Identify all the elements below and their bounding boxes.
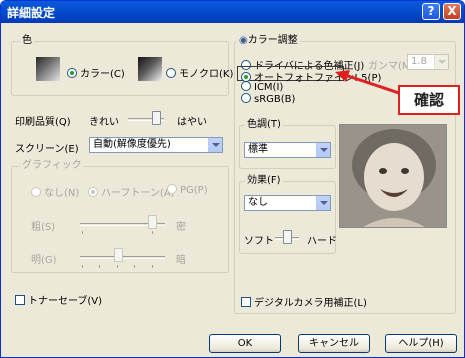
soft-label: ソフト [244, 236, 274, 247]
toner-save-checkbox[interactable]: トナーセーブ(V) [15, 292, 102, 307]
graphic-none-label: なし(N) [44, 188, 80, 199]
screen-label: スクリーン(E) [15, 144, 79, 155]
callout-arrow [335, 70, 400, 95]
tone-label: 色調(T) [245, 119, 283, 131]
radio-indicator [67, 68, 77, 78]
color-radio[interactable]: カラー(C) [67, 65, 125, 80]
radio-indicator [88, 187, 98, 197]
srgb-radio[interactable]: sRGB(B) [241, 93, 295, 105]
print-quality-left-label: きれい [89, 117, 119, 128]
effect-label: 効果(F) [245, 175, 283, 187]
radio-indicator [241, 81, 251, 91]
bright-right-label: 暗 [176, 255, 186, 266]
coarse-label: 粗(S) [31, 222, 56, 233]
tick-mark [152, 265, 153, 268]
icm-radio[interactable]: ICM(I) [241, 81, 283, 93]
print-quality-slider-thumb[interactable] [152, 111, 161, 125]
color-adjust-label-text: カラー調整 [247, 35, 298, 46]
coarse-slider-thumb[interactable] [148, 215, 157, 229]
effect-select-value: なし [248, 197, 268, 208]
hard-label: ハード [307, 236, 337, 247]
checkbox-indicator [241, 297, 251, 307]
help-button[interactable]: ヘルプ(H) [385, 334, 457, 353]
graphic-group-label: グラフィック [20, 160, 84, 172]
tone-select-value: 標準 [248, 144, 268, 155]
color-group-label: 色 [20, 35, 34, 47]
help-title-button[interactable]: ? [422, 3, 440, 20]
digital-camera-label: デジタルカメラ用補正(L) [254, 298, 367, 309]
window-title: 詳細設定 [7, 6, 56, 20]
tick-mark [134, 265, 135, 268]
print-quality-right-label: はやい [177, 117, 207, 128]
mono-sample-icon [138, 57, 162, 81]
preview-image [340, 125, 446, 227]
gamma-select[interactable]: 1.8 [407, 54, 449, 70]
screen-select[interactable]: 自動(解像度優先) [89, 137, 223, 153]
effect-slider-thumb[interactable] [283, 230, 292, 244]
tick-mark [82, 265, 83, 268]
chevron-down-icon [316, 196, 330, 210]
chevron-down-icon [316, 143, 330, 157]
chevron-down-icon [434, 55, 448, 69]
screen-select-value: 自動(解像度優先) [93, 139, 171, 150]
color-sample-icon [36, 57, 60, 81]
radio-indicator [167, 184, 177, 194]
graphic-pg-label: PG(P) [180, 185, 208, 196]
callout-box: 確認 [398, 85, 460, 115]
graphic-pg-radio[interactable]: PG(P) [167, 184, 208, 196]
digital-camera-checkbox[interactable]: デジタルカメラ用補正(L) [241, 294, 367, 309]
radio-indicator [241, 93, 251, 103]
preview-photo [339, 124, 447, 228]
srgb-label: sRGB(B) [254, 94, 296, 105]
radio-indicator [166, 68, 176, 78]
tick-mark [117, 265, 118, 268]
toner-save-label: トナーセーブ(V) [28, 296, 103, 307]
print-quality-label: 印刷品質(Q) [15, 117, 71, 128]
tone-select[interactable]: 標準 [244, 142, 331, 158]
bright-slider-thumb[interactable] [114, 248, 123, 262]
palette-icon: ◉ [239, 35, 248, 46]
graphic-none-radio[interactable]: なし(N) [31, 184, 79, 199]
gamma-select-value: 1.8 [411, 56, 427, 67]
coarse-right-label: 密 [176, 222, 186, 233]
checkbox-indicator [15, 295, 25, 305]
tick-mark [99, 265, 100, 268]
close-button[interactable]: X [443, 3, 461, 20]
graphic-halftone-radio[interactable]: ハーフトーン(A) [88, 184, 175, 199]
title-bar: 詳細設定 ? X [1, 1, 464, 23]
color-adjust-group-label: ◉カラー調整 [237, 35, 300, 47]
chevron-down-icon [208, 138, 222, 152]
graphic-halftone-label: ハーフトーン(A) [101, 188, 175, 199]
radio-indicator [31, 187, 41, 197]
color-radio-label: カラー(C) [80, 69, 125, 80]
effect-select[interactable]: なし [244, 195, 331, 211]
tick-mark [152, 231, 153, 234]
cancel-button[interactable]: キャンセル [298, 334, 370, 353]
bright-label: 明(G) [31, 255, 57, 266]
advanced-settings-dialog: 詳細設定 ? X 色 カラー(C) モノクロ(K) 印刷品質(Q) きれい はや… [0, 0, 465, 358]
icm-label: ICM(I) [254, 82, 284, 93]
mono-radio[interactable]: モノクロ(K) [166, 65, 233, 80]
mono-radio-label: モノクロ(K) [179, 69, 234, 80]
ok-button[interactable]: OK [209, 334, 281, 353]
tick-mark [82, 231, 83, 234]
